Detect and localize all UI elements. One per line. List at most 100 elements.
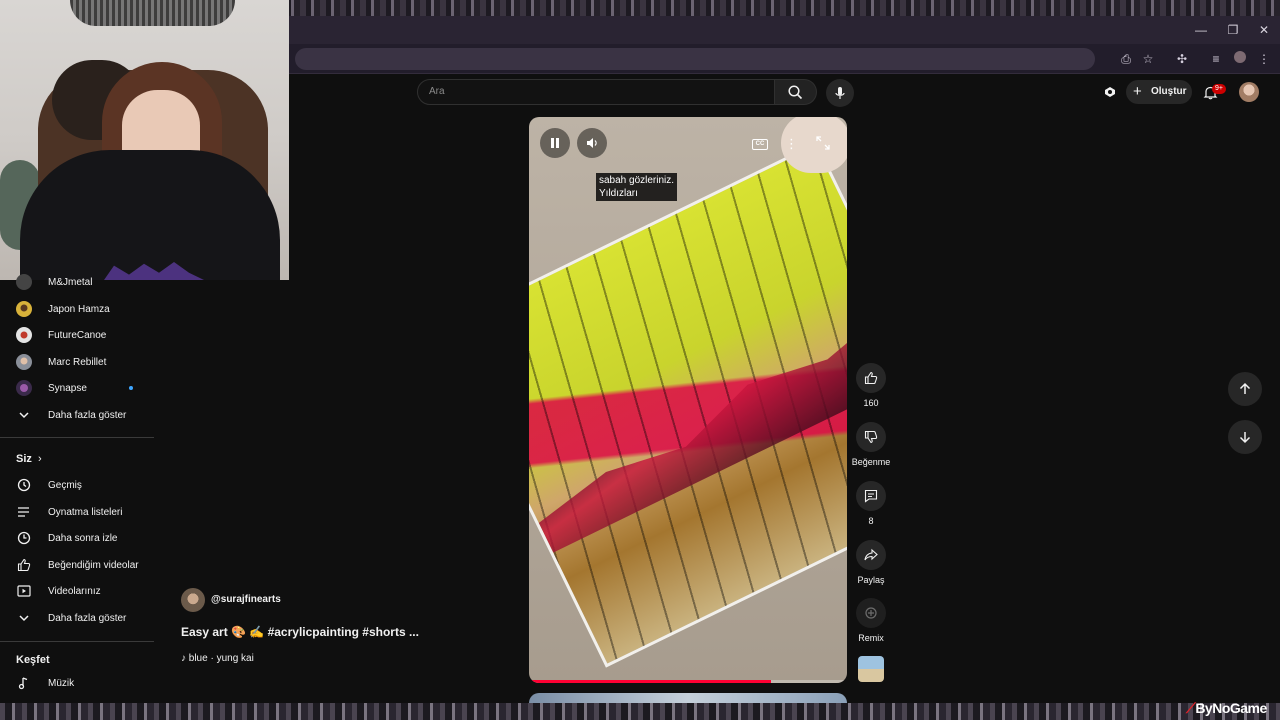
sidebar-item-playlists[interactable]: Oynatma listeleri xyxy=(0,499,154,525)
shorts-remix-icon[interactable] xyxy=(1103,85,1117,99)
browser-titlebar: — ❐ ✕ xyxy=(289,16,1280,44)
remix-icon xyxy=(865,607,877,619)
short-video-player[interactable]: CC ⋮ sabah gözleriniz. Yıldızları xyxy=(529,117,847,683)
dislike-label: Beğenme xyxy=(851,457,891,467)
chevron-down-icon xyxy=(16,407,32,423)
browser-menu-icon[interactable]: ⋮ xyxy=(1255,50,1273,68)
sound-thumbnail[interactable] xyxy=(858,656,884,682)
caption-line: Yıldızları xyxy=(599,188,638,199)
like-button[interactable] xyxy=(856,363,886,393)
new-content-dot xyxy=(129,386,133,390)
fullscreen-icon[interactable] xyxy=(816,136,830,150)
share-button[interactable] xyxy=(856,540,886,570)
comment-icon xyxy=(864,489,878,503)
sidebar-item-marc-rebillet[interactable]: Marc Rebillet xyxy=(0,349,154,375)
arrow-down-icon xyxy=(1239,432,1251,444)
sidebar-item-label: Japon Hamza xyxy=(48,303,110,315)
sidebar-item-synapse[interactable]: Synapse xyxy=(0,375,154,401)
short-title[interactable]: Easy art 🎨 ✍️ #acrylicpainting #shorts .… xyxy=(181,625,419,639)
your-videos-icon xyxy=(16,583,32,599)
sidebar-item-label: Oynatma listeleri xyxy=(48,506,123,518)
webcam-overlay xyxy=(0,0,289,280)
comments-button[interactable] xyxy=(856,481,886,511)
sidebar-item-futurecanoe[interactable]: FutureCanoe xyxy=(0,322,154,348)
create-label: Oluştur xyxy=(1151,86,1187,97)
sidebar-divider xyxy=(0,641,154,642)
sidebar-item-liked-videos[interactable]: Beğendiğim videolar xyxy=(0,552,154,578)
sidebar-item-music[interactable]: Müzik xyxy=(0,670,154,696)
voice-search-button[interactable] xyxy=(826,79,854,107)
sidebar-item-label: Geçmiş xyxy=(48,479,82,491)
remix-button[interactable] xyxy=(856,598,886,628)
minimize-icon[interactable]: — xyxy=(1189,20,1213,40)
painting-canvas xyxy=(529,141,847,668)
search-icon xyxy=(788,85,803,100)
more-options-icon[interactable]: ⋮ xyxy=(785,137,798,150)
watermark-text: ByNoGame xyxy=(1195,700,1267,716)
install-app-icon[interactable]: ⎙ xyxy=(1117,50,1135,68)
volume-button[interactable] xyxy=(577,128,607,158)
next-short-button[interactable] xyxy=(1228,420,1262,454)
pause-icon xyxy=(551,138,559,148)
sidebar-show-more-you[interactable]: Daha fazla göster xyxy=(0,605,154,631)
hoodie xyxy=(20,150,280,280)
history-icon xyxy=(16,477,32,493)
bookmark-star-icon[interactable]: ☆ xyxy=(1139,50,1157,68)
desktop-wallpaper-bottom xyxy=(0,703,1280,720)
media-control-icon[interactable]: ≡ xyxy=(1207,50,1225,68)
create-button[interactable]: + Oluştur xyxy=(1126,80,1192,104)
restore-icon[interactable]: ❐ xyxy=(1221,20,1245,40)
sidebar-item-history[interactable]: Geçmiş xyxy=(0,472,154,498)
share-icon xyxy=(864,548,878,561)
browser-toolbar: ⎙ ☆ ✣ ≡ ⋮ xyxy=(289,44,1280,74)
dislike-button[interactable] xyxy=(856,422,886,452)
close-icon[interactable]: ✕ xyxy=(1252,20,1276,40)
sidebar-item-label: Marc Rebillet xyxy=(48,356,107,368)
section-heading: Keşfet xyxy=(16,654,50,666)
like-count: 160 xyxy=(863,398,879,408)
watermark-logo-icon: ⟋ xyxy=(1186,700,1196,716)
caption-line: sabah gözleriniz. xyxy=(599,175,675,186)
sidebar-item-label: Müzik xyxy=(48,677,75,689)
sidebar-item-label: M&Jmetal xyxy=(48,276,93,288)
notification-count-badge: 9+ xyxy=(1212,84,1226,94)
profile-avatar[interactable] xyxy=(1239,82,1259,102)
video-progress-fill xyxy=(529,680,771,683)
sidebar-item-label: Daha sonra izle xyxy=(48,532,118,544)
sidebar-item-label: FutureCanoe xyxy=(48,329,107,341)
browser-profile-icon[interactable] xyxy=(1233,50,1251,68)
sidebar-section-you[interactable]: Siz › xyxy=(0,446,154,472)
next-short-preview[interactable] xyxy=(529,693,847,703)
music-link[interactable]: ♪ blue · yung kai xyxy=(181,653,254,664)
sidebar-show-more-subs[interactable]: Daha fazla göster xyxy=(0,402,154,428)
search-input[interactable]: Ara xyxy=(417,79,775,105)
sidebar-item-label: Synapse xyxy=(48,382,87,394)
channel-avatar[interactable] xyxy=(181,588,205,612)
video-progress-bar[interactable] xyxy=(529,680,847,683)
previous-short-button[interactable] xyxy=(1228,372,1262,406)
page: — ❐ ✕ ⎙ ☆ ✣ ≡ ⋮ M&Jmetal Japon Hamza Fut… xyxy=(0,0,1280,720)
channel-avatar-icon xyxy=(16,301,32,317)
channel-avatar-icon xyxy=(16,274,32,290)
playlists-icon xyxy=(16,504,32,520)
sidebar-item-mjmetal[interactable]: M&Jmetal xyxy=(0,270,154,294)
captions-button[interactable]: CC xyxy=(752,139,768,150)
remix-label: Remix xyxy=(858,633,884,643)
sidebar: M&Jmetal Japon Hamza FutureCanoe Marc Re… xyxy=(0,274,154,703)
sidebar-item-label: Beğendiğim videolar xyxy=(48,559,139,571)
channel-avatar-icon xyxy=(16,354,32,370)
search-button[interactable] xyxy=(775,79,817,105)
sidebar-item-watch-later[interactable]: Daha sonra izle xyxy=(0,525,154,551)
stream-watermark: ⟋ByNoGame xyxy=(1186,700,1267,717)
plus-icon: + xyxy=(1133,83,1142,100)
pause-button[interactable] xyxy=(540,128,570,158)
address-bar[interactable] xyxy=(295,48,1095,70)
music-icon xyxy=(16,675,32,691)
extensions-icon[interactable]: ✣ xyxy=(1173,50,1191,68)
microphone-icon xyxy=(834,86,846,100)
channel-name[interactable]: @surajfinearts xyxy=(211,594,281,605)
sidebar-item-your-videos[interactable]: Videolarınız xyxy=(0,578,154,604)
channel-avatar-icon xyxy=(16,327,32,343)
watch-later-icon xyxy=(16,530,32,546)
sidebar-item-japon-hamza[interactable]: Japon Hamza xyxy=(0,296,154,322)
